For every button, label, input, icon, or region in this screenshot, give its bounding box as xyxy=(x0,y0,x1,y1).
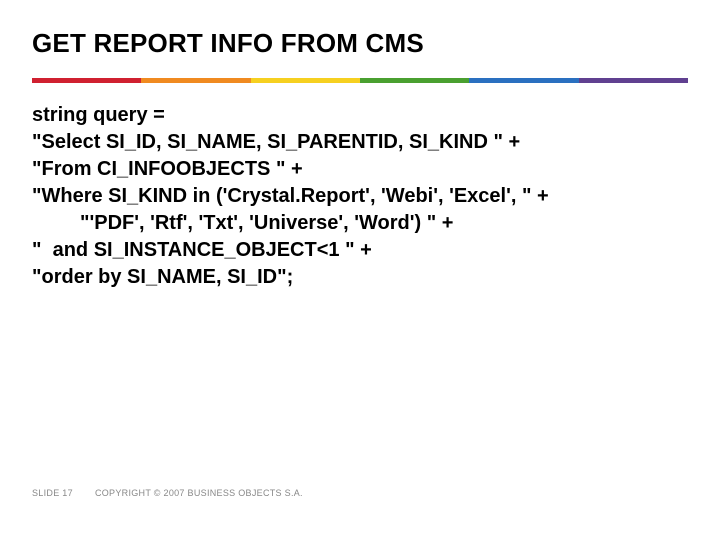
divider-stripe-green xyxy=(360,78,469,83)
divider-stripe-blue xyxy=(469,78,578,83)
slide: GET REPORT INFO FROM CMS string query = … xyxy=(0,0,720,540)
code-line: " and SI_INSTANCE_OBJECT<1 " + xyxy=(32,237,688,264)
divider-stripe-red xyxy=(32,78,141,83)
copyright-text: COPYRIGHT © 2007 BUSINESS OBJECTS S.A. xyxy=(95,488,303,498)
slide-footer: SLIDE 17 COPYRIGHT © 2007 BUSINESS OBJEC… xyxy=(32,488,303,498)
code-line: "order by SI_NAME, SI_ID"; xyxy=(32,264,688,291)
code-line: "From CI_INFOOBJECTS " + xyxy=(32,156,688,183)
code-line: string query = xyxy=(32,102,688,129)
code-line: "Select SI_ID, SI_NAME, SI_PARENTID, SI_… xyxy=(32,129,688,156)
divider-stripe-purple xyxy=(579,78,688,83)
code-block: string query = "Select SI_ID, SI_NAME, S… xyxy=(32,102,688,291)
code-line: "'PDF', 'Rtf', 'Txt', 'Universe', 'Word'… xyxy=(32,210,688,237)
slide-number: SLIDE 17 xyxy=(32,488,73,498)
rainbow-divider xyxy=(32,78,688,83)
slide-title: GET REPORT INFO FROM CMS xyxy=(32,28,424,59)
divider-stripe-orange xyxy=(141,78,250,83)
divider-stripe-yellow xyxy=(251,78,360,83)
code-line: "Where SI_KIND in ('Crystal.Report', 'We… xyxy=(32,183,688,210)
